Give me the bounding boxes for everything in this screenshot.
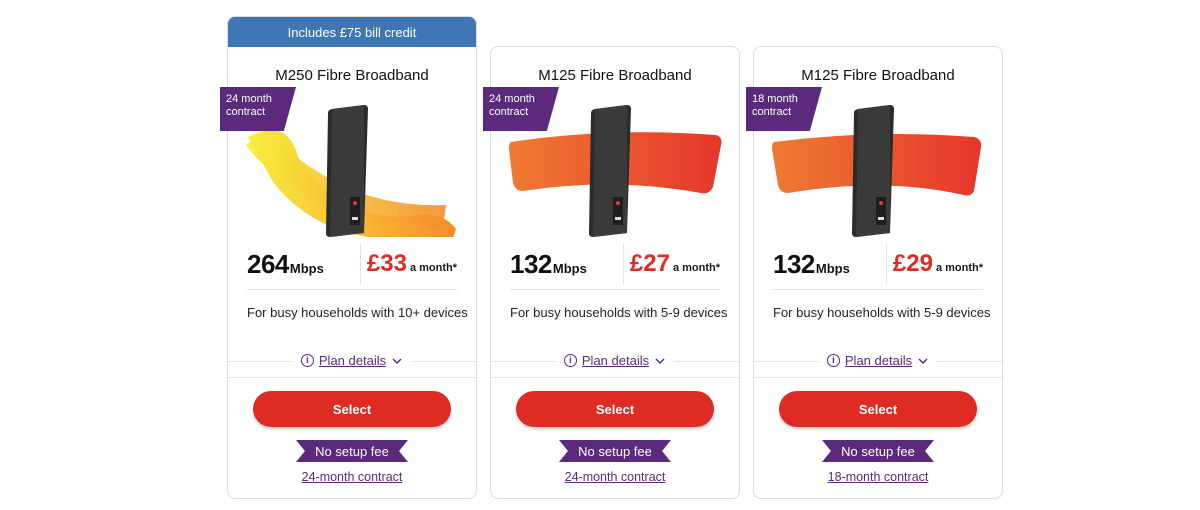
plan-description: For busy households with 10+ devices bbox=[247, 305, 468, 320]
info-icon: i bbox=[826, 354, 840, 367]
speed-unit: Mbps bbox=[289, 260, 324, 276]
info-icon: i bbox=[563, 354, 577, 367]
bill-credit-banner: Includes £75 bill credit bbox=[228, 17, 476, 47]
speed-value: 264Mbps bbox=[247, 249, 324, 280]
monthly-price: £33 a month* bbox=[367, 250, 457, 278]
plan-description: For busy households with 5-9 devices bbox=[510, 305, 728, 320]
contract-tag-line1: 18 month bbox=[752, 93, 798, 105]
price-suffix: a month* bbox=[409, 262, 457, 274]
contract-tag-line1: 24 month bbox=[489, 93, 535, 105]
price-amount: £29 bbox=[892, 250, 933, 277]
plan-card-m125-24: M125 Fibre Broadband 24 month contract 1… bbox=[483, 46, 740, 500]
plan-details-toggle[interactable]: i Plan details bbox=[818, 353, 938, 368]
contract-tag-line2: contract bbox=[226, 106, 266, 118]
divider bbox=[773, 289, 983, 290]
plan-title: M125 Fibre Broadband bbox=[538, 67, 692, 84]
plan-details-toggle-wrap: i Plan details bbox=[754, 353, 1002, 368]
speed-price-row: 132Mbps £27 a month* bbox=[510, 244, 720, 284]
speed-number: 264 bbox=[247, 248, 289, 279]
speed-value: 132Mbps bbox=[773, 249, 850, 280]
contract-tag-line1: 24 month bbox=[226, 93, 272, 105]
card-body: M125 Fibre Broadband 24 month contract 1… bbox=[483, 47, 739, 500]
row-divider bbox=[360, 244, 361, 284]
plan-description: For busy households with 5-9 devices bbox=[773, 305, 991, 320]
no-setup-fee-badge: No setup fee bbox=[822, 440, 934, 462]
contract-length-tag: 24 month contract bbox=[483, 87, 559, 131]
no-setup-fee-badge: No setup fee bbox=[296, 440, 408, 462]
plan-details-link[interactable]: Plan details bbox=[319, 353, 386, 368]
speed-number: 132 bbox=[510, 248, 552, 279]
monthly-price: £29 a month* bbox=[893, 250, 983, 278]
select-button[interactable]: Select bbox=[779, 391, 977, 427]
select-button[interactable]: Select bbox=[253, 391, 451, 427]
info-icon: i bbox=[300, 354, 314, 367]
card-body: M250 Fibre Broadband 24 month contract 2… bbox=[220, 47, 476, 500]
chevron-down-icon[interactable] bbox=[917, 355, 929, 367]
section-divider bbox=[228, 377, 476, 378]
contract-tag-line2: contract bbox=[489, 106, 529, 118]
no-setup-fee-badge: No setup fee bbox=[559, 440, 671, 462]
plan-card-m250: Includes £75 bill credit M250 Fibre Broa… bbox=[220, 16, 477, 500]
plan-title: M250 Fibre Broadband bbox=[275, 67, 429, 84]
speed-unit: Mbps bbox=[815, 260, 850, 276]
speed-unit: Mbps bbox=[552, 260, 587, 276]
speed-value: 132Mbps bbox=[510, 249, 587, 280]
plan-details-link[interactable]: Plan details bbox=[845, 353, 912, 368]
plan-details-link[interactable]: Plan details bbox=[582, 353, 649, 368]
contract-tag-line2: contract bbox=[752, 106, 792, 118]
price-suffix: a month* bbox=[672, 262, 720, 274]
select-button[interactable]: Select bbox=[516, 391, 714, 427]
plan-title: M125 Fibre Broadband bbox=[801, 67, 955, 84]
price-amount: £27 bbox=[629, 250, 670, 277]
divider bbox=[510, 289, 720, 290]
contract-link[interactable]: 24-month contract bbox=[491, 470, 739, 484]
contract-link[interactable]: 18-month contract bbox=[754, 470, 1002, 484]
monthly-price: £27 a month* bbox=[630, 250, 720, 278]
plan-details-toggle-wrap: i Plan details bbox=[491, 353, 739, 368]
chevron-down-icon[interactable] bbox=[391, 355, 403, 367]
row-divider bbox=[886, 244, 887, 284]
contract-length-tag: 24 month contract bbox=[220, 87, 296, 131]
divider bbox=[247, 289, 457, 290]
contract-link[interactable]: 24-month contract bbox=[228, 470, 476, 484]
card-body: M125 Fibre Broadband 18 month contract 1… bbox=[746, 47, 1002, 500]
speed-price-row: 132Mbps £29 a month* bbox=[773, 244, 983, 284]
section-divider bbox=[754, 377, 1002, 378]
plan-details-toggle[interactable]: i Plan details bbox=[292, 353, 412, 368]
speed-price-row: 264Mbps £33 a month* bbox=[247, 244, 457, 284]
price-amount: £33 bbox=[366, 250, 407, 277]
section-divider bbox=[491, 377, 739, 378]
plan-details-toggle-wrap: i Plan details bbox=[228, 353, 476, 368]
price-suffix: a month* bbox=[935, 262, 983, 274]
row-divider bbox=[623, 244, 624, 284]
contract-length-tag: 18 month contract bbox=[746, 87, 822, 131]
chevron-down-icon[interactable] bbox=[654, 355, 666, 367]
speed-number: 132 bbox=[773, 248, 815, 279]
plan-card-m125-18: M125 Fibre Broadband 18 month contract 1… bbox=[746, 46, 1003, 500]
plan-details-toggle[interactable]: i Plan details bbox=[555, 353, 675, 368]
